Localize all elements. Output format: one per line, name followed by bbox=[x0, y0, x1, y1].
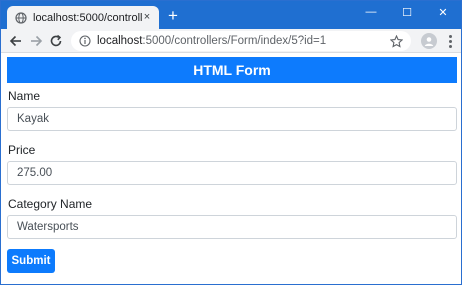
profile-avatar-icon[interactable] bbox=[421, 33, 437, 49]
address-bar[interactable]: localhost:5000/controllers/Form/index/5?… bbox=[71, 31, 411, 51]
close-window-button[interactable]: ✕ bbox=[425, 1, 461, 23]
price-input[interactable] bbox=[7, 161, 457, 185]
new-tab-button[interactable]: + bbox=[165, 7, 181, 24]
info-icon[interactable] bbox=[79, 35, 91, 47]
url-path: :5000/controllers/Form/index/5?id=1 bbox=[142, 35, 327, 47]
price-label: Price bbox=[8, 143, 36, 157]
url-host: localhost bbox=[97, 35, 143, 47]
browser-window: localhost:5000/controllers/Form/ × + — ☐… bbox=[0, 0, 462, 285]
browser-toolbar: localhost:5000/controllers/Form/index/5?… bbox=[1, 29, 461, 53]
submit-button[interactable]: Submit bbox=[7, 249, 55, 273]
globe-icon bbox=[15, 11, 27, 24]
page-content: HTML Form Name Price Category Name Submi… bbox=[1, 54, 461, 284]
window-controls: — ☐ ✕ bbox=[353, 1, 461, 29]
forward-arrow-icon[interactable] bbox=[27, 32, 45, 50]
browser-tab[interactable]: localhost:5000/controllers/Form/ × bbox=[7, 6, 159, 29]
name-label: Name bbox=[8, 89, 41, 103]
maximize-button[interactable]: ☐ bbox=[389, 1, 425, 23]
title-bar: localhost:5000/controllers/Form/ × + — ☐… bbox=[1, 1, 461, 29]
bookmark-star-icon[interactable] bbox=[389, 34, 403, 48]
page-title: HTML Form bbox=[7, 57, 457, 83]
minimize-button[interactable]: — bbox=[353, 1, 389, 23]
tab-close-icon[interactable]: × bbox=[141, 11, 153, 23]
category-name-label: Category Name bbox=[8, 197, 93, 211]
back-arrow-icon[interactable] bbox=[7, 32, 25, 50]
category-name-input[interactable] bbox=[7, 215, 457, 239]
reload-icon[interactable] bbox=[47, 32, 65, 50]
name-input[interactable] bbox=[7, 107, 457, 131]
menu-dots-icon[interactable] bbox=[445, 33, 455, 49]
tab-title: localhost:5000/controllers/Form/ bbox=[33, 11, 143, 24]
